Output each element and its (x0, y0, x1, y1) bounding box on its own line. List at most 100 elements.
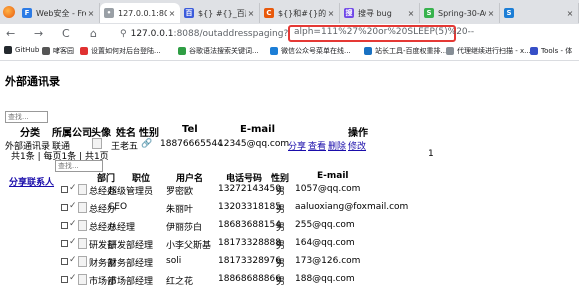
bookmark-icon (80, 47, 88, 55)
browser-tab[interactable]: S Spring-30-AOP入门× (420, 3, 500, 23)
bookmark-item[interactable]: 哮客园 (42, 46, 74, 56)
bookmark-label: 站长工具-百度权重排... (375, 47, 448, 55)
share-cell-username: 罗密欧 (166, 187, 194, 197)
browser-tab[interactable]: C ${}和#{}的区别_--叶× (260, 3, 340, 23)
share-cell-email: 188@qq.com (295, 274, 355, 284)
share-cell-gender: 男 (276, 259, 286, 269)
back-arrow-icon[interactable]: ← (6, 27, 15, 40)
browser-tab[interactable]: • 127.0.0.1:8088/ou× (100, 3, 180, 23)
row-checkbox[interactable] (61, 186, 68, 193)
bookmark-icon (178, 47, 186, 55)
tab-label: ${} #{}_百度搜索 (198, 8, 246, 18)
action-view-link[interactable]: 查看 (308, 139, 326, 152)
checkmark-icon: ✓ (69, 255, 77, 265)
share-cell-username: 红之花 (166, 277, 194, 287)
action-delete-link[interactable]: 删除 (328, 139, 346, 152)
tab-label: Web安全 - FreeBu (36, 8, 86, 18)
close-tab-icon[interactable]: × (167, 9, 177, 18)
share-cell-username: 伊丽莎白 (166, 223, 203, 233)
close-tab-icon[interactable]: × (326, 9, 336, 18)
share-cell-email: 173@126.com (295, 256, 361, 266)
bookmark-icon (364, 47, 372, 55)
share-cell-position: 超级管理员 (108, 187, 154, 197)
browser-tab[interactable]: F Web安全 - FreeBu× (18, 3, 100, 23)
browser-tab[interactable]: 搜搜寻 bug × (340, 3, 420, 23)
row-checkbox[interactable] (61, 222, 68, 229)
url-host: 127.0.0.1 (130, 29, 174, 39)
header-actions: 操作 (348, 128, 368, 139)
share-cell-email: aaluoxiang@foxmail.com (295, 202, 409, 212)
share-cell-position: 市场部经理 (108, 277, 154, 287)
tab-favicon-icon: F (22, 8, 32, 18)
share-cell-phone: 13272143450 (218, 184, 281, 194)
share-cell-username: 朱丽叶 (166, 205, 194, 215)
close-tab-icon[interactable]: × (246, 9, 256, 18)
bookmark-label: 哮客园 (53, 47, 74, 55)
tab-favicon-icon: C (264, 8, 274, 18)
header-company: 所属公司 (52, 128, 92, 139)
tab-label: Spring-30-AOP入门 (438, 8, 486, 18)
share-cell-position: CEO (108, 202, 128, 212)
tab-favicon-icon: 搜 (344, 8, 354, 18)
share-cell-phone: 18173328976 (218, 256, 281, 266)
close-tab-icon[interactable]: × (86, 9, 96, 18)
share-search-input[interactable] (55, 160, 103, 172)
share-cell-position: 研发部经理 (108, 241, 154, 251)
bookmark-label: Tools - 体 (541, 47, 573, 55)
action-share-link[interactable]: 分享 (288, 139, 306, 152)
bookmark-icon (530, 47, 538, 55)
row-checkbox[interactable] (61, 204, 68, 211)
row-checkbox[interactable] (61, 240, 68, 247)
header-name: 姓名 (116, 128, 136, 139)
row-name: 王老五 (111, 142, 139, 152)
home-icon[interactable]: ⌂ (90, 27, 97, 40)
row-checkbox[interactable] (61, 258, 68, 265)
share-header-email: E-mail (317, 171, 349, 181)
share-cell-email: 1057@qq.com (295, 184, 361, 194)
bookmark-item[interactable]: Tools - 体 (530, 46, 572, 56)
bookmark-item[interactable]: 谷歌语法搜索关键词... (178, 46, 259, 56)
bookmark-icon (446, 47, 454, 55)
close-tab-icon[interactable]: × (406, 9, 416, 18)
header-avatar: 头像 (91, 128, 111, 139)
bookmark-item[interactable]: GitHub (4, 46, 39, 54)
tab-favicon-icon: • (104, 8, 114, 18)
checkmark-icon: ✓ (69, 273, 77, 283)
browser-tab[interactable]: 百 ${} #{}_百度搜索× (180, 3, 260, 23)
bookmark-item[interactable]: 设置如何对后台登陆... (80, 46, 161, 56)
table-row: ✓ 研发部 研发部经理 小李父斯基 18173328888 男 164@qq.com (0, 236, 579, 253)
close-tab-icon[interactable]: × (486, 9, 496, 18)
close-tab-icon[interactable]: × (565, 9, 575, 18)
bookmark-item[interactable]: 代理继续进行扫描 - x... (446, 46, 531, 56)
table-row: ✓ 总经办 CEO 朱丽叶 13203318185 男 aaluoxiang@foxmail… (0, 200, 579, 217)
header-email: E-mail (240, 124, 276, 135)
search-input[interactable] (5, 111, 48, 123)
reload-icon[interactable]: C (62, 27, 70, 40)
share-cell-gender: 男 (276, 277, 286, 287)
share-cell-username: 小李父斯基 (166, 241, 212, 251)
row-checkbox[interactable] (61, 276, 68, 283)
url-query: alph=111%27%20or%20SLEEP(5)%20-- (294, 27, 475, 37)
action-edit-link[interactable]: 修改 (348, 139, 366, 152)
bookmark-item[interactable]: 微信公众号菜单在线... (270, 46, 351, 56)
tab-label: ${}和#{}的区别_--叶 (278, 8, 326, 18)
header-gender: 性别 (139, 128, 159, 139)
forward-arrow-icon[interactable]: → (34, 27, 43, 40)
checkmark-icon: ✓ (69, 183, 77, 193)
page-number[interactable]: 1 (428, 149, 434, 159)
table-row: ✓ 市场部 市场部经理 红之花 18868688866 男 188@qq.com (0, 272, 579, 289)
search-icon: ⚲ (120, 29, 127, 39)
share-cell-phone: 18683688154 (218, 220, 281, 230)
share-cell-gender: 男 (276, 223, 286, 233)
bookmark-item[interactable]: 站长工具-百度权重排... (364, 46, 447, 56)
share-cell-phone: 18173328888 (218, 238, 281, 248)
checkmark-icon: ✓ (69, 237, 77, 247)
header-category: 分类 (20, 128, 40, 139)
browser-tab[interactable]: S × (500, 3, 579, 23)
table-row: ✓ 总经办 总经理 伊丽莎白 18683688154 男 255@qq.com (0, 218, 579, 235)
avatar-image (78, 202, 87, 213)
share-cell-email: 164@qq.com (295, 238, 355, 248)
url-path: :8088/outaddresspaging? (173, 29, 289, 39)
avatar-image (78, 256, 87, 267)
bookmark-icon (42, 47, 50, 55)
